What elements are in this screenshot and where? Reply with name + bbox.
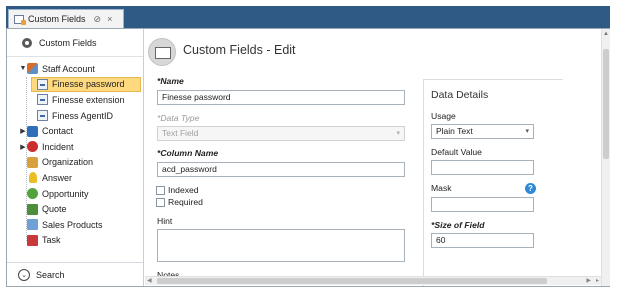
workspace: Custom Fields ▼ Staff Account Finesse pa… [6,28,610,287]
data-type-select[interactable]: Text Field ▾ [157,126,405,141]
tree-item-task[interactable]: Task [7,233,143,249]
data-type-label: *Data Type [157,113,200,123]
vertical-scrollbar[interactable]: ▲ [601,29,610,286]
edit-form: Custom Fields - Edit *Name Finesse passw… [145,29,601,286]
tree-item-label: Opportunity [42,188,89,199]
help-icon[interactable]: ? [525,183,536,194]
organization-icon [27,156,38,168]
tree-item-finesse-password[interactable]: Finesse password [31,76,141,93]
tree-item-label: Finess AgentID [52,110,114,121]
task-icon [27,234,38,246]
sidebar: Custom Fields ▼ Staff Account Finesse pa… [7,29,144,286]
field-icon [37,78,48,90]
tree-item-label: Task [42,235,61,246]
vertical-scroll-thumb[interactable] [603,49,609,159]
tree-item-staff-account[interactable]: ▼ Staff Account [7,61,143,77]
horizontal-scrollbar[interactable]: ◀ ▶ ▸ [145,276,601,285]
chevron-down-icon: ▾ [525,128,529,135]
name-field[interactable]: Finesse password [157,90,405,105]
scroll-right-end-icon[interactable]: ▸ [596,277,599,284]
name-label: *Name [157,76,184,86]
tree-item-answer[interactable]: Answer [7,170,143,186]
hint-label: Hint [157,216,173,226]
field-icon [37,94,48,106]
opportunity-icon [27,188,38,200]
page-title: Custom Fields - Edit [183,43,296,57]
mask-label: Mask [431,183,452,193]
collapsed-arrow-icon[interactable]: ▶ [19,143,27,151]
checkbox-box [156,197,165,207]
usage-value: Plain Text [436,126,473,136]
data-type-value: Text Field [162,128,199,138]
default-value-label: Default Value [431,147,482,157]
data-details-title: Data Details [431,89,489,101]
incident-icon [27,141,38,153]
tree-item-label: Organization [42,157,94,168]
pin-icon[interactable]: ⊘ [94,14,102,25]
size-of-field-input[interactable]: 60 [431,233,534,248]
indexed-label: Indexed [168,185,199,195]
answer-icon [29,172,37,184]
tree-item-label: Sales Products [42,219,103,230]
app-window: Custom Fields ⊘ × Custom Fields ▼ Staff … [0,0,622,297]
default-value-field[interactable] [431,160,534,175]
mask-field[interactable] [431,197,534,212]
field-icon [37,110,48,122]
chevron-down-icon: ▾ [396,130,400,137]
tree-item-opportunity[interactable]: Opportunity [7,186,143,202]
scroll-right-icon[interactable]: ▶ [586,277,591,284]
tree-item-label: Finesse extension [52,94,125,105]
indexed-checkbox[interactable]: Indexed [156,185,199,195]
tree-item-contact[interactable]: ▶ Contact [7,123,143,139]
horizontal-scroll-thumb[interactable] [157,278,547,284]
tree-item-incident[interactable]: ▶ Incident [7,139,143,155]
collapsed-arrow-icon[interactable]: ▶ [19,127,27,135]
quote-icon [27,203,38,215]
scroll-left-icon[interactable]: ◀ [147,277,152,284]
close-icon[interactable]: × [107,14,112,24]
expanded-arrow-icon[interactable]: ▼ [19,65,27,72]
required-label: Required [168,197,203,207]
custom-fields-tab-icon [14,14,26,25]
search-label: Search [36,269,65,280]
tree-item-label: Incident [42,141,74,152]
column-name-label: *Column Name [157,148,219,158]
sidebar-header-label: Custom Fields [39,37,97,48]
checkbox-box [156,185,165,195]
sidebar-header[interactable]: Custom Fields [7,29,143,57]
tab-strip: Custom Fields ⊘ × [6,6,610,28]
navigation-circle-icon [22,37,32,48]
required-checkbox[interactable]: Required [156,197,203,207]
hint-textarea[interactable] [157,229,405,262]
tree-item-label: Finesse password [52,79,125,90]
scroll-up-icon[interactable]: ▲ [603,31,609,37]
tree-item-label: Staff Account [42,63,95,74]
people-icon [27,63,38,75]
tree-item-finess-agentid[interactable]: Finess AgentID [7,108,143,124]
tree-item-finesse-extension[interactable]: Finesse extension [7,92,143,108]
column-name-field[interactable]: acd_password [157,162,405,177]
tree-item-quote[interactable]: Quote [7,201,143,217]
sales-products-icon [27,219,38,231]
contact-icon [27,125,38,137]
tree-item-label: Quote [42,204,67,215]
size-of-field-label: *Size of Field [431,220,485,230]
chevron-down-icon: ⌄ [18,268,30,281]
custom-fields-page-icon [148,38,176,66]
tree-item-label: Answer [42,172,73,183]
tree-item-sales-products[interactable]: Sales Products [7,217,143,233]
usage-select[interactable]: Plain Text ▾ [431,124,534,139]
tab-label: Custom Fields [28,14,86,24]
search-button[interactable]: ⌄ Search [7,262,143,286]
usage-label: Usage [431,111,456,121]
object-tree: ▼ Staff Account Finesse password Finesse… [7,61,143,248]
tab-custom-fields[interactable]: Custom Fields ⊘ × [8,9,124,28]
tree-item-organization[interactable]: Organization [7,155,143,171]
tree-item-label: Contact [42,126,74,137]
